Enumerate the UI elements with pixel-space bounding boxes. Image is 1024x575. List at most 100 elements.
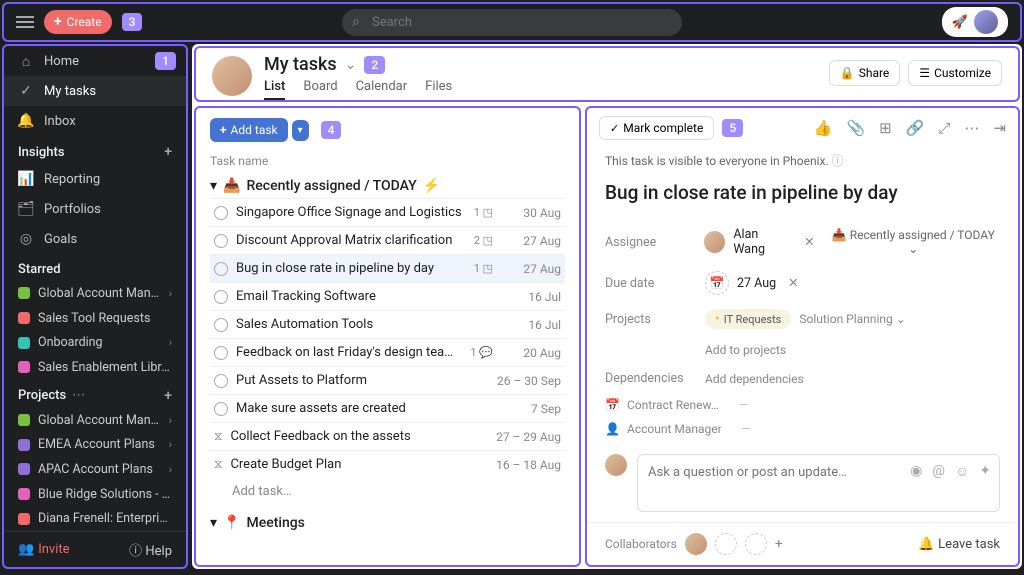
nav-inbox[interactable]: 🔔 Inbox [4, 106, 186, 136]
task-row[interactable]: Sales Automation Tools16 Jul [210, 310, 565, 338]
star-icon[interactable]: ✦ [979, 463, 991, 480]
nav-portfolios[interactable]: 🗂Portfolios [4, 194, 186, 224]
assignee-name[interactable]: Alan Wang [733, 227, 792, 257]
check-circle[interactable] [214, 290, 228, 304]
more-icon[interactable]: ⋯ [964, 119, 979, 137]
tab-calendar[interactable]: Calendar [356, 79, 408, 100]
invite-button[interactable]: 👥 Invite [18, 542, 70, 557]
tab-board[interactable]: Board [303, 79, 337, 100]
task-row[interactable]: Singapore Office Signage and Logistics1 … [210, 198, 565, 226]
nav-goals[interactable]: ◎Goals [4, 224, 186, 254]
project-item[interactable]: Blue Ridge Solutions - A… [4, 482, 186, 507]
task-row[interactable]: Bug in close rate in pipeline by day1 ◳2… [210, 254, 565, 282]
avatar [212, 56, 252, 96]
task-row[interactable]: Discount Approval Matrix clarification2 … [210, 226, 565, 254]
nav-home[interactable]: ⌂ Home 1 [4, 46, 186, 76]
section-header[interactable]: ▾ 📥 Recently assigned / TODAY ⚡ [210, 178, 565, 194]
task-row[interactable]: Email Tracking Software16 Jul [210, 282, 565, 310]
project-item[interactable]: APAC Account Plans› [4, 457, 186, 482]
record-icon[interactable]: ◉ [910, 463, 922, 480]
link-icon[interactable]: 🔗 [906, 119, 925, 137]
field-label: Due date [605, 276, 705, 291]
plus-icon[interactable]: + [164, 144, 172, 160]
add-task-dropdown[interactable]: ▾ [292, 120, 309, 141]
tab-list[interactable]: List [264, 79, 285, 100]
close-icon[interactable]: ⇥ [993, 119, 1006, 137]
add-to-projects[interactable]: Add to projects [705, 343, 786, 357]
task-title: Sales Automation Tools [236, 317, 493, 332]
attachment-icon[interactable]: 📎 [846, 119, 865, 137]
task-row[interactable]: ⧖Collect Feedback on the assets27 – 29 A… [210, 422, 565, 450]
page-title: My tasks ⌄ 2 [264, 54, 452, 75]
help-button[interactable]: ⓘ Help [129, 540, 172, 559]
tab-files[interactable]: Files [425, 79, 452, 100]
thumbs-up-icon[interactable]: 👍 [814, 119, 833, 137]
check-circle[interactable] [214, 206, 228, 220]
add-dependencies[interactable]: Add dependencies [705, 372, 804, 386]
customize-button[interactable]: ☰ Customize [908, 60, 1002, 86]
calendar-icon[interactable]: 📅 [705, 271, 729, 295]
section-starred: Starred [4, 254, 186, 281]
task-row[interactable]: Make sure assets are created7 Sep [210, 394, 565, 422]
add-collaborator[interactable] [745, 533, 767, 555]
lightning-icon: ⚡ [423, 178, 440, 194]
subtask-icon[interactable]: ⊞ [879, 119, 892, 137]
header-tabs: List Board Calendar Files [264, 79, 452, 100]
tour-tag-5: 5 [722, 119, 743, 137]
create-button[interactable]: Create [44, 10, 112, 34]
task-row[interactable]: ⧖Create Budget Plan16 – 18 Aug [210, 450, 565, 478]
inbox-icon: 📥 [223, 178, 240, 194]
task-row[interactable]: Put Assets to Platform26 – 30 Sep [210, 366, 565, 394]
project-chip[interactable]: Solution Planning ⌄ [799, 312, 905, 326]
check-circle[interactable] [214, 402, 228, 416]
check-circle[interactable] [214, 374, 228, 388]
remove-assignee-icon[interactable]: ✕ [800, 234, 818, 250]
comment-box[interactable]: ◉ @ ☺ ✦ [637, 454, 1000, 512]
mark-complete-button[interactable]: Mark complete [599, 116, 714, 140]
starred-item[interactable]: Sales Enablement Library [4, 355, 186, 380]
share-button[interactable]: 🔒 Share [829, 60, 901, 86]
sidebar-footer: 👥 Invite ⓘ Help [4, 531, 186, 567]
folder-icon: 🗂 [18, 201, 34, 217]
project-item[interactable]: EMEA Account Plans› [4, 432, 186, 457]
target-icon: ◎ [18, 231, 34, 247]
task-title[interactable]: Bug in close rate in pipeline by day [605, 181, 1000, 204]
starred-item[interactable]: Global Account Man…› [4, 281, 186, 306]
due-date[interactable]: 27 Aug [737, 276, 776, 291]
starred-item[interactable]: Sales Tool Requests [4, 306, 186, 331]
project-item[interactable]: Diana Frenell: Enterprise… [4, 506, 186, 531]
fullscreen-icon[interactable]: ⤢ [938, 119, 950, 137]
task-row[interactable]: Feedback on last Friday's design team pr… [210, 338, 565, 366]
project-chip[interactable]: IT Requests [705, 309, 791, 329]
info-icon[interactable]: ⓘ [832, 154, 844, 168]
add-collaborator[interactable] [715, 533, 737, 555]
home-icon: ⌂ [18, 53, 34, 69]
add-task-button[interactable]: Add task [210, 118, 288, 142]
mention-icon[interactable]: @ [932, 463, 945, 480]
remove-date-icon[interactable]: ✕ [784, 275, 802, 291]
section-insights: Insights+ [4, 136, 186, 164]
project-item[interactable]: Global Account Man…› [4, 408, 186, 433]
emoji-icon[interactable]: ☺ [955, 463, 969, 480]
hamburger-icon[interactable] [16, 16, 34, 28]
nav-mytasks[interactable]: ✓ My tasks [4, 76, 186, 106]
add-task-inline[interactable]: Add task… [210, 478, 565, 505]
nav-reporting[interactable]: 📊Reporting [4, 164, 186, 194]
check-circle[interactable] [214, 262, 228, 276]
chevron-down-icon[interactable]: ⌄ [345, 57, 357, 73]
detail-footer: Collaborators + 🔔 Leave task [587, 522, 1018, 565]
plus-icon[interactable]: + [164, 388, 172, 404]
section-selector[interactable]: 📥 Recently assigned / TODAY ⌄ [827, 228, 1000, 256]
upgrade-pill[interactable]: 🚀 [942, 7, 1008, 37]
check-circle[interactable] [214, 318, 228, 332]
section-header[interactable]: ▾ 📍 Meetings [210, 515, 565, 531]
check-circle[interactable] [214, 346, 228, 360]
starred-item[interactable]: Onboarding› [4, 330, 186, 355]
search-input[interactable] [342, 9, 682, 36]
leave-task-button[interactable]: 🔔 Leave task [918, 537, 1000, 552]
plus-icon[interactable]: + [775, 536, 783, 552]
task-date: 26 – 30 Sep [497, 374, 561, 388]
avatar[interactable] [685, 533, 707, 555]
check-circle[interactable] [214, 234, 228, 248]
avatar [704, 231, 726, 253]
